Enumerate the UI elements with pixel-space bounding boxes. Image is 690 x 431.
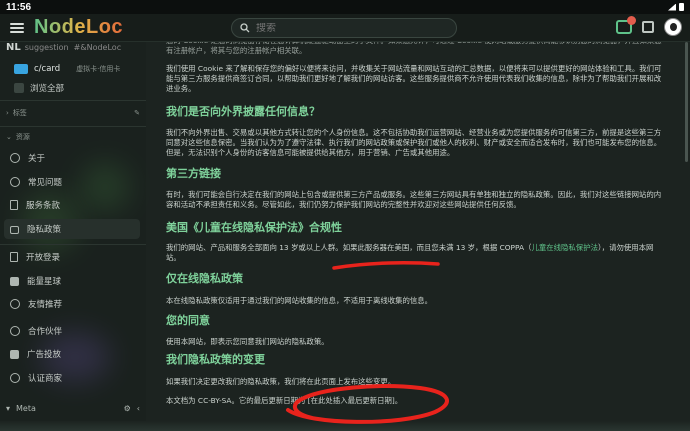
sidebar-item-about[interactable]: 关于	[4, 148, 140, 168]
sidebar-item-card[interactable]: c/card 虚拟卡·信用卡	[14, 64, 120, 74]
chevron-down-icon: ⌄	[6, 133, 12, 141]
meta-dropdown[interactable]: Meta	[16, 404, 36, 413]
battery-icon	[679, 3, 684, 11]
bottom-edge	[0, 421, 690, 431]
paragraph-online-only: 本在线隐私政策仅适用于通过我们的网站收集的信息，不适用于离线收集的信息。	[166, 296, 433, 305]
calendar-icon[interactable]	[642, 21, 654, 33]
sidebar-item-friends[interactable]: 友情推荐	[4, 294, 140, 314]
status-icons	[668, 3, 684, 11]
sidebar-item-partners[interactable]: 合作伙伴	[4, 321, 140, 341]
ad-icon	[10, 349, 19, 359]
chevron-right-icon: ›	[6, 109, 9, 117]
login-icon	[10, 252, 18, 262]
collapse-icon[interactable]: ‹	[137, 404, 140, 413]
planet-icon	[10, 276, 19, 286]
sidebar-cut-item[interactable]: NL suggestion #&NodeLoc	[6, 42, 121, 53]
partner-icon	[10, 326, 20, 336]
heart-icon	[10, 299, 20, 309]
scrollbar[interactable]	[685, 42, 688, 162]
paragraph-cookie-usage: 我们使用 Cookie 来了解和保存您的偏好以便将来访问，并收集关于网站流量和网…	[166, 64, 662, 94]
search-icon	[240, 23, 250, 33]
sidebar: NL suggestion #&NodeLoc c/card 虚拟卡·信用卡 浏览…	[0, 42, 146, 431]
paragraph-changes: 如果我们决定更改我们的隐私政策，我们将在此页面上发布这些变更。	[166, 377, 396, 386]
paragraph-consent: 使用本网站，即表示您同意我们网站的隐私政策。	[166, 337, 329, 346]
section-tags[interactable]: › 标签 ✎	[6, 108, 140, 118]
heading-disclose: 我们是否向外界披露任何信息？	[166, 105, 320, 118]
site-logo[interactable]: NodeLoc	[34, 16, 123, 39]
section-resources[interactable]: ⌄ 资源	[6, 132, 30, 142]
heading-changes: 我们隐私政策的变更	[166, 353, 265, 366]
paragraph-coppa: 我们的网站、产品和服务全部面向 13 岁或以上人群。如果此服务器在美国，而且您未…	[166, 243, 654, 263]
chat-icon[interactable]	[616, 16, 636, 34]
sidebar-item-tos[interactable]: 服务条款	[4, 195, 140, 215]
sidebar-item-energy[interactable]: 能量星球	[4, 271, 140, 291]
settings-icon[interactable]: ⚙	[124, 404, 131, 413]
doc-icon	[10, 200, 18, 210]
paragraph-third-party: 有时，我们可能会自行决定在我们的网站上包含或提供第三方产品或服务。这些第三方网站…	[166, 190, 662, 210]
card-icon	[14, 64, 28, 74]
sidebar-item-faq[interactable]: 常见问题	[4, 172, 140, 192]
status-time: 11:56	[6, 1, 32, 13]
notification-badge	[627, 16, 636, 25]
search-input[interactable]	[256, 22, 436, 34]
menu-icon[interactable]	[10, 22, 24, 33]
meta-icon[interactable]: ▾	[6, 404, 10, 413]
search-box[interactable]	[231, 18, 457, 38]
verified-icon	[10, 373, 20, 383]
sidebar-footer: ▾ Meta ⚙ ‹	[6, 404, 140, 413]
lock-icon	[10, 226, 19, 234]
sidebar-item-verified[interactable]: 认证商家	[4, 368, 140, 388]
help-icon	[10, 177, 20, 187]
grid-icon	[14, 83, 24, 93]
paragraph-disclose: 我们不向外界出售、交易或以其他方式转让您的个人身份信息。这不包括协助我们运营网站…	[166, 128, 662, 158]
top-header: NodeLoc	[0, 14, 690, 42]
info-icon	[10, 153, 20, 163]
signal-icon	[668, 3, 676, 11]
heading-coppa: 美国《儿童在线隐私保护法》合规性	[166, 221, 342, 234]
heading-third-party: 第三方链接	[166, 167, 221, 180]
sidebar-item-privacy[interactable]: 隐私政策	[4, 219, 140, 239]
main-content: 您的 Cookie 是您的浏览器存储在您计算机硬盘驱动器上的小文件。如果您允许，…	[158, 42, 678, 431]
paragraph-license: 本文档为 CC-BY-SA。它的最后更新日期为 [在此处插入最后更新日期]。	[166, 396, 403, 405]
status-bar: 11:56	[0, 0, 690, 14]
edit-icon[interactable]: ✎	[134, 109, 140, 117]
avatar[interactable]	[664, 18, 682, 36]
sidebar-item-open-login[interactable]: 开放登录	[4, 247, 140, 267]
coppa-link[interactable]: 儿童在线隐私保护法	[531, 243, 598, 252]
browse-all-link[interactable]: 浏览全部	[14, 82, 64, 94]
heading-consent: 您的同意	[166, 314, 210, 327]
heading-online-only: 仅在线隐私政策	[166, 272, 243, 285]
sidebar-item-ads[interactable]: 广告投放	[4, 344, 140, 364]
paragraph-cookie-intro: 您的 Cookie 是您的浏览器存储在您计算机硬盘驱动器上的小文件。如果您允许，…	[166, 42, 662, 56]
